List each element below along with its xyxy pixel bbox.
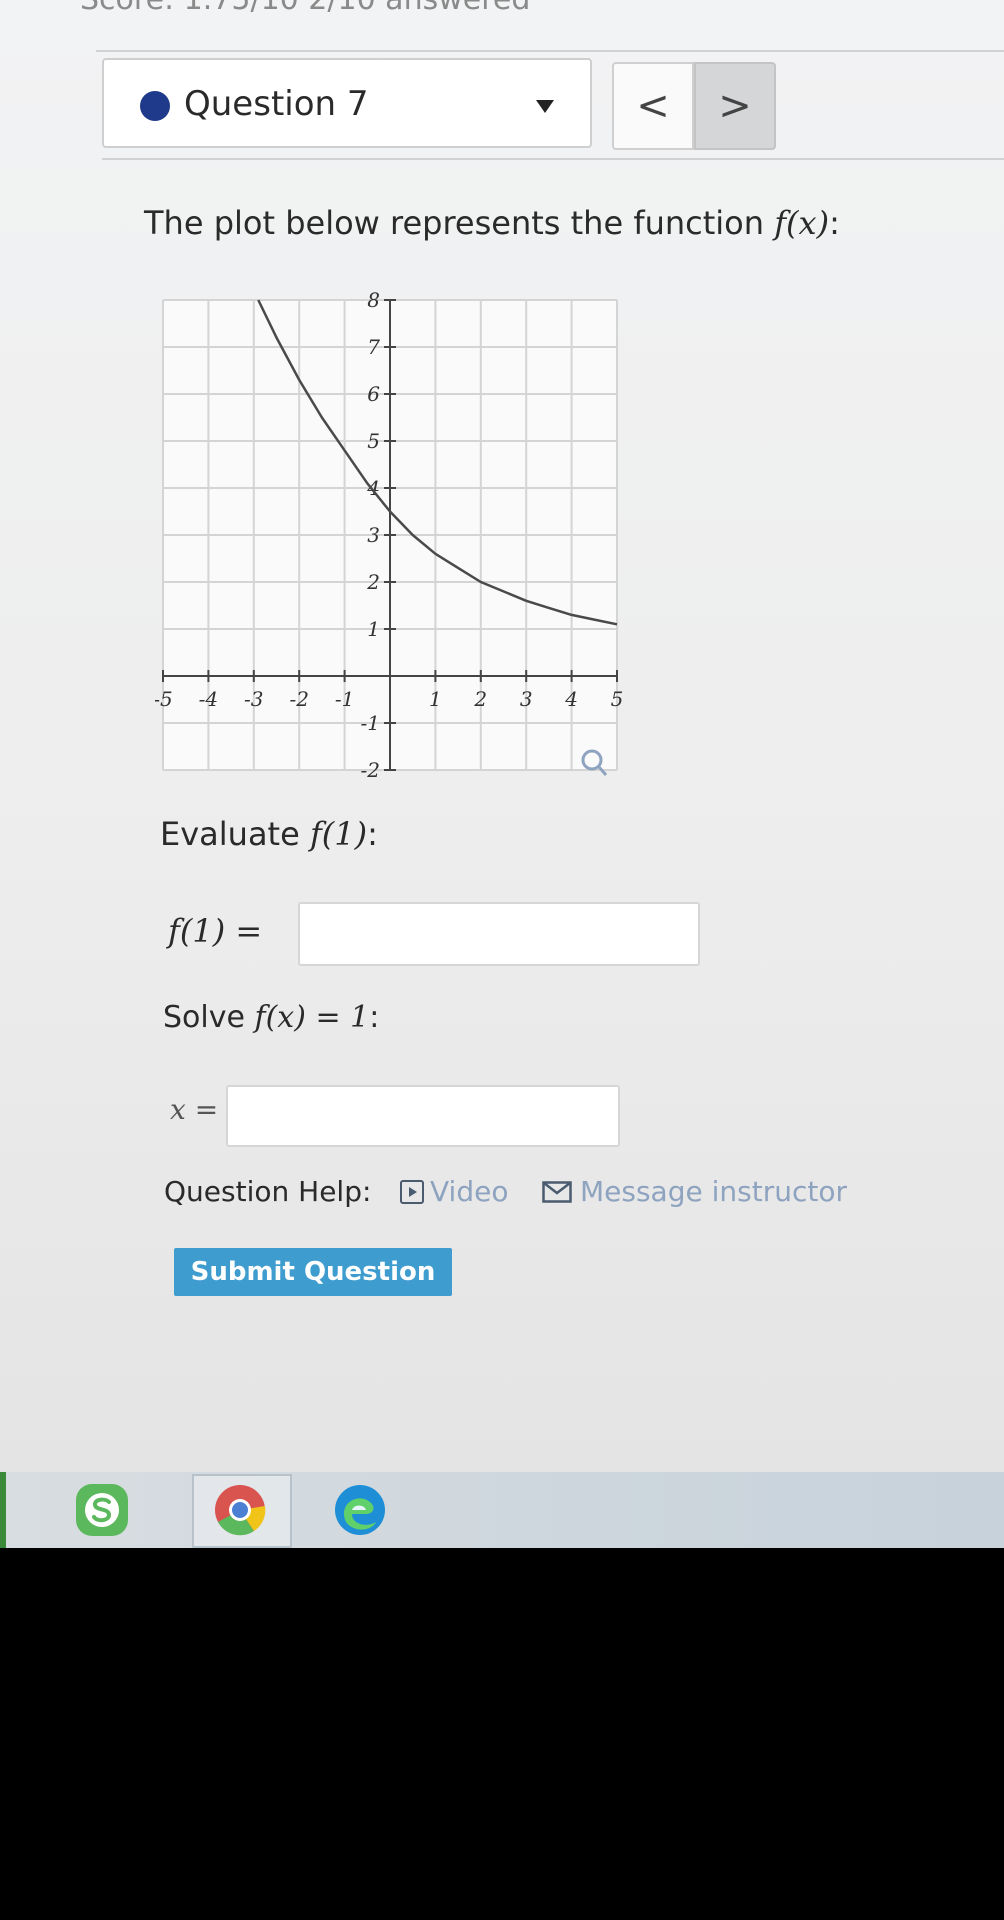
question-help-label: Question Help: xyxy=(164,1175,372,1208)
x-tick-label: 2 xyxy=(473,687,487,711)
question-prompt: The plot below represents the function f… xyxy=(144,204,840,242)
y-tick-label: -2 xyxy=(361,758,380,778)
evaluate-function: f(1) xyxy=(309,815,368,853)
question-selector[interactable]: Question 7 xyxy=(102,58,592,148)
prompt-colon: : xyxy=(829,204,840,242)
y-tick-label: 8 xyxy=(367,292,380,312)
x-tick-label: -2 xyxy=(289,687,308,711)
envelope-icon xyxy=(542,1180,572,1203)
solve-text: Solve xyxy=(163,1000,255,1035)
y-tick-label: 3 xyxy=(367,523,380,547)
previous-question-button[interactable]: < xyxy=(612,62,694,150)
x-tick-label: -1 xyxy=(335,687,354,711)
screen: Score: 1.75/10 2/10 answered Question 7 … xyxy=(0,0,1004,1548)
solve-prompt: Solve f(x) = 1: xyxy=(163,1000,379,1035)
prompt-text: The plot below represents the function xyxy=(144,204,775,242)
score-summary: Score: 1.75/10 2/10 answered xyxy=(80,0,530,17)
submit-question-button[interactable]: Submit Question xyxy=(174,1248,452,1296)
message-instructor-label: Message instructor xyxy=(580,1175,847,1208)
message-instructor-link[interactable]: Message instructor xyxy=(542,1175,847,1208)
video-help-label: Video xyxy=(430,1175,509,1208)
skype-icon[interactable] xyxy=(72,1480,132,1540)
answer1-label: f(1) = xyxy=(168,912,263,950)
chrome-icon[interactable] xyxy=(210,1480,270,1540)
evaluate-text: Evaluate xyxy=(160,815,310,853)
x-tick-label: -3 xyxy=(244,687,263,711)
header-divider xyxy=(102,158,1004,160)
solve-equation: f(x) = 1 xyxy=(254,1000,370,1035)
x-tick-label: -4 xyxy=(199,687,218,711)
y-tick-label: 2 xyxy=(366,570,380,594)
y-tick-label: 5 xyxy=(367,429,380,453)
next-question-button[interactable]: > xyxy=(694,62,776,150)
video-help-link[interactable]: Video xyxy=(400,1175,508,1208)
edge-icon[interactable] xyxy=(330,1480,390,1540)
answer2-label: x = xyxy=(170,1093,219,1126)
x-tick-label: 4 xyxy=(564,687,578,711)
x-tick-label: 5 xyxy=(611,687,624,711)
question-status-dot xyxy=(140,91,170,121)
x-answer-input[interactable] xyxy=(226,1085,620,1147)
evaluate-colon: : xyxy=(367,815,378,853)
x-tick-label: 1 xyxy=(429,687,442,711)
x-tick-label: 3 xyxy=(520,687,533,711)
caret-down-icon xyxy=(536,100,554,113)
prompt-function: f(x) xyxy=(774,204,830,242)
y-tick-label: 1 xyxy=(367,617,380,641)
video-play-icon xyxy=(400,1179,424,1204)
taskbar-accent xyxy=(0,1472,6,1548)
f1-answer-input[interactable] xyxy=(298,902,700,966)
function-graph: -5 -4 -3 -2 -1 1 2 3 4 5-2-112345678 xyxy=(155,292,624,778)
y-tick-label: 6 xyxy=(367,382,380,406)
taskbar xyxy=(0,1472,1004,1548)
y-tick-label: 7 xyxy=(367,335,380,359)
x-tick-label: -5 xyxy=(155,687,173,711)
y-tick-label: -1 xyxy=(361,711,380,735)
evaluate-prompt: Evaluate f(1): xyxy=(160,815,378,853)
question-selector-label: Question 7 xyxy=(184,84,369,124)
solve-colon: : xyxy=(369,1000,380,1035)
top-divider xyxy=(96,50,1004,52)
